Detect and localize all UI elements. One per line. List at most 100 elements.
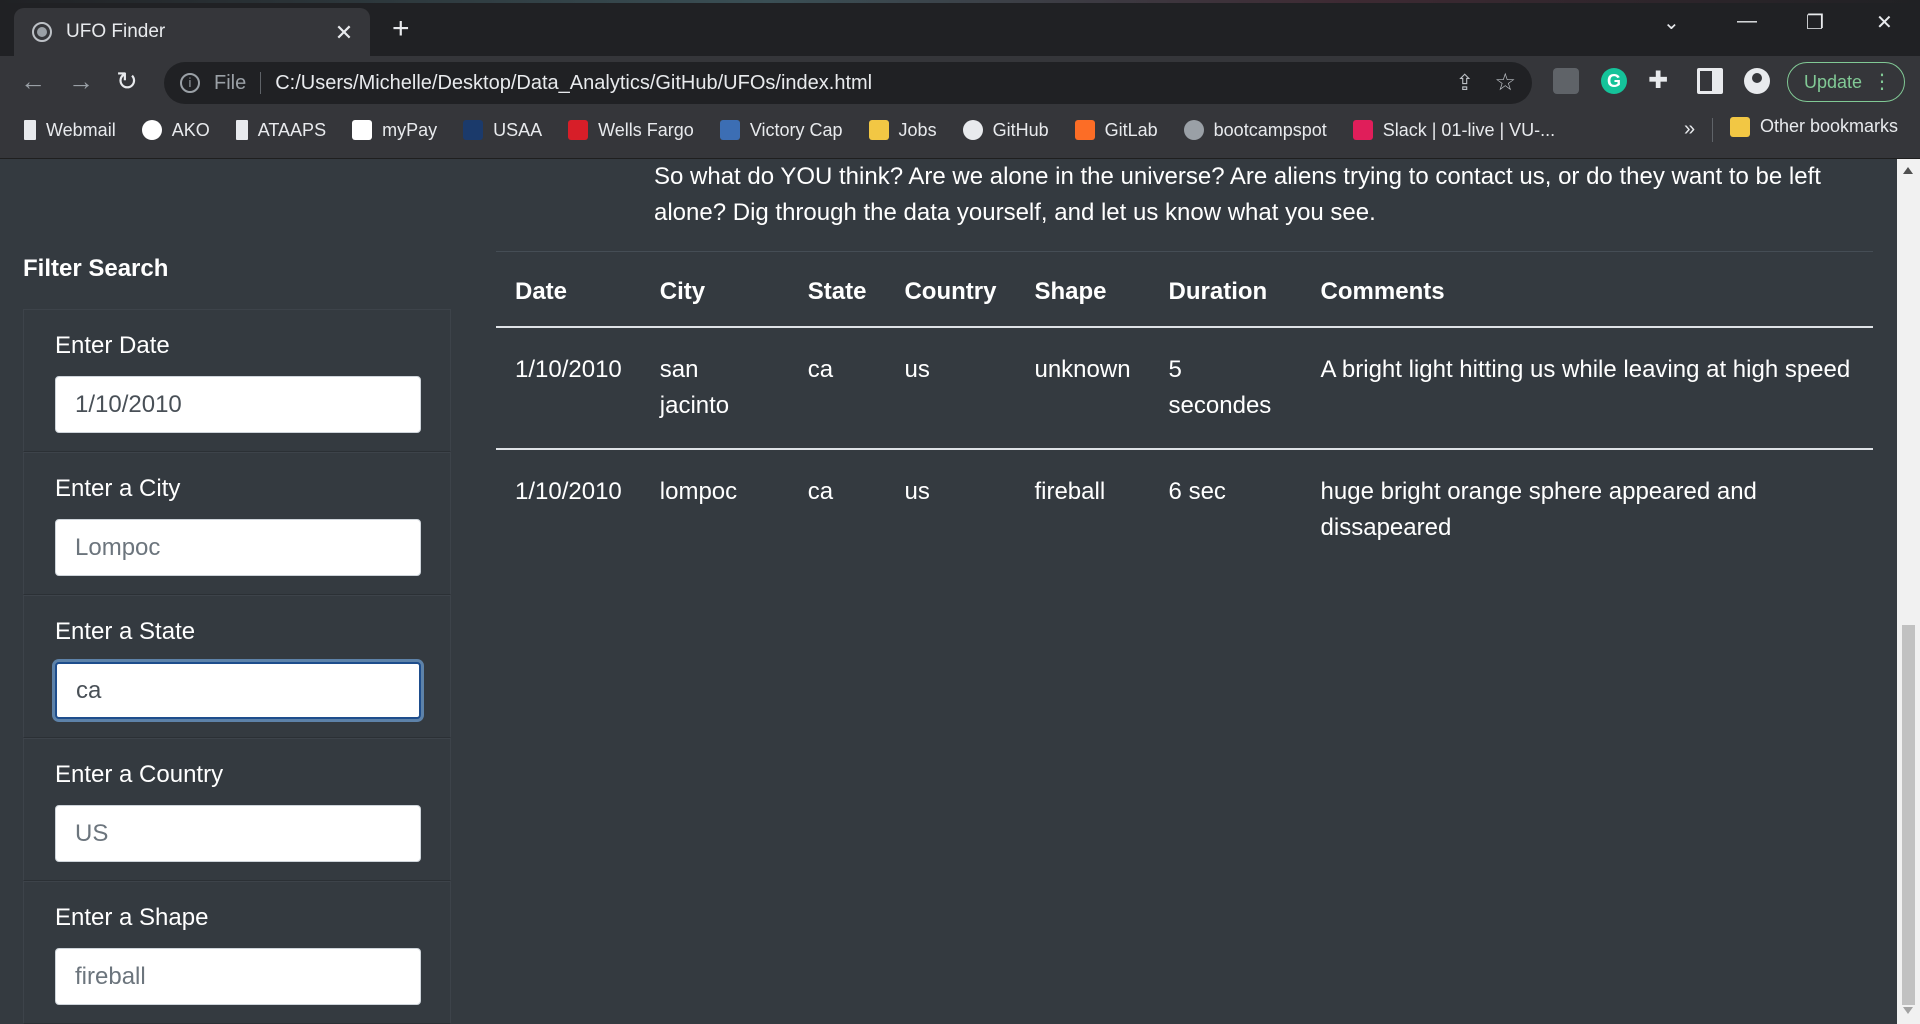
filter-input[interactable] [55,948,421,1005]
scroll-up-icon[interactable] [1903,167,1913,174]
gitlab-icon [1074,120,1095,140]
url-text[interactable]: C:/Users/Michelle/Desktop/Data_Analytics… [275,72,872,95]
scroll-down-icon[interactable] [1903,1007,1913,1014]
document-icon [24,120,36,140]
table-cell: lompoc [659,478,738,505]
usaa-icon [463,120,484,140]
scrollbar-thumb[interactable] [1902,625,1915,1005]
browser-chrome: UFO Finder ✕ + ⌄ — ❐ ✕ ← → ↻ i File C:/U… [0,0,1920,159]
forward-icon[interactable]: → [68,66,94,97]
page-content: So what do YOU think? Are we alone in th… [0,159,1897,1024]
filter-search-heading: Filter Search [23,255,169,282]
bookmarks-divider [1712,118,1713,142]
profile-avatar-icon[interactable] [1744,68,1770,94]
info-icon[interactable]: i [180,73,200,93]
filter-input[interactable] [55,376,421,433]
close-window-icon[interactable]: ✕ [1876,10,1893,35]
bookmark-item[interactable]: USAA [463,120,542,141]
tab-strip: UFO Finder ✕ + ⌄ — ❐ ✕ [0,0,1920,56]
bookmark-label: AKO [171,119,210,140]
table-row: 1/10/2010 san jacinto ca us unknown 5 seconde… [496,327,1873,450]
filter-item: Enter a State [23,595,451,738]
column-header: City [640,251,789,328]
bookmark-label: bootcampspot [1213,119,1327,140]
bookmark-item[interactable]: Webmail [24,120,116,141]
document-icon [235,120,248,140]
new-tab-icon[interactable]: + [392,12,410,46]
tab-title: UFO Finder [66,21,166,42]
bookmark-item[interactable]: AKO [141,119,210,141]
bookmark-label: ATAAPS [257,119,327,140]
extensions-puzzle-icon[interactable]: ✚ [1648,68,1674,94]
filter-list: Enter Date Enter a City Enter a State Enter… [23,309,451,1024]
bookmark-label: Victory Cap [749,119,843,140]
close-tab-icon[interactable]: ✕ [332,20,356,46]
bookmark-label: Wells Fargo [598,119,694,140]
folder-icon [868,120,889,140]
bookmark-item[interactable]: Slack | 01-live | VU-... [1352,120,1555,141]
table-cell: 6 sec [1168,478,1226,505]
grammarly-icon[interactable]: G [1601,68,1627,94]
table-cell: unknown [1015,327,1150,450]
other-bookmarks[interactable]: Other bookmarks [1730,116,1898,137]
table-cell: 5 secondes [1149,327,1302,450]
filter-label: Enter a State [55,618,196,645]
tab-ufo-finder[interactable]: UFO Finder ✕ [14,8,370,56]
menu-kebab-icon[interactable]: ⋮ [1872,69,1892,94]
intro-paragraph: So what do YOU think? Are we alone in th… [654,163,1821,226]
ufo-table: Date City State Country Shape Duration Comment… [496,251,1873,570]
bookmark-label: GitLab [1104,119,1158,140]
filter-input[interactable] [55,662,421,719]
table-body: 1/10/2010 san jacinto ca us unknown 5 seconde… [496,327,1873,570]
address-bar[interactable]: i File C:/Users/Michelle/Desktop/Data_An… [164,62,1532,104]
filter-label: Enter a City [55,475,181,502]
filter-item: Enter a Country [23,738,451,881]
filter-item: Enter Date [23,309,451,452]
bookmark-item[interactable]: ATAAPS [235,119,327,141]
bookmarks-overflow-icon[interactable]: » [1684,118,1695,141]
share-icon[interactable]: ⇪ [1456,70,1474,96]
folder-icon [1730,116,1750,137]
restore-icon[interactable]: ❐ [1806,10,1824,35]
tab-search-icon[interactable]: ⌄ [1663,10,1680,35]
update-button[interactable]: Update ⋮ [1787,62,1905,102]
bookmark-label: GitHub [992,119,1049,140]
bookmark-item[interactable]: Victory Cap [719,119,843,141]
slack-icon [1352,120,1373,140]
bookmark-item[interactable]: Jobs [868,120,937,141]
bookmark-item[interactable]: GitLab [1074,119,1158,141]
url-scheme-label: File [214,71,247,94]
table-cell: us [885,327,1016,450]
table-cell: 1/10/2010 [496,327,641,450]
back-icon[interactable]: ← [20,66,46,97]
bookmark-item[interactable]: bootcampspot [1183,119,1327,141]
page-scrollbar[interactable] [1897,159,1920,1024]
bookmark-item[interactable]: Wells Fargo [568,120,694,141]
victorycap-icon [719,120,740,140]
globe-icon [1183,120,1204,140]
column-header: State [788,251,886,328]
filter-label: Enter a Country [55,761,224,788]
extension-icon[interactable] [1553,68,1579,94]
table-cell: A bright light hitting us while leaving … [1301,327,1873,450]
globe-icon [32,22,52,42]
side-panel-icon[interactable] [1697,68,1723,94]
filter-input[interactable] [55,519,421,576]
reload-icon[interactable]: ↻ [116,66,138,97]
minimize-icon[interactable]: — [1737,10,1757,33]
bookmark-star-icon[interactable]: ☆ [1494,68,1516,97]
google-icon [141,120,162,140]
table-cell: ca [788,327,886,450]
table-row: 1/10/2010 lompoc ca us fireball 6 sec huge bri… [496,449,1873,570]
filter-label: Enter a Shape [55,904,209,931]
mypay-icon [352,120,373,140]
bookmark-item[interactable]: myPay [352,120,437,141]
column-header: Country [885,251,1016,328]
bookmark-label: Webmail [46,119,116,140]
filter-item: Enter a City [23,452,451,595]
filter-input[interactable] [55,805,421,862]
column-header: Shape [1015,251,1150,328]
table-cell: san jacinto [640,327,789,450]
bookmark-item[interactable]: GitHub [962,119,1049,141]
bookmarks-bar: Webmail AKO ATAAPS myPay USAA Wells Fargo Vict… [0,110,1920,150]
